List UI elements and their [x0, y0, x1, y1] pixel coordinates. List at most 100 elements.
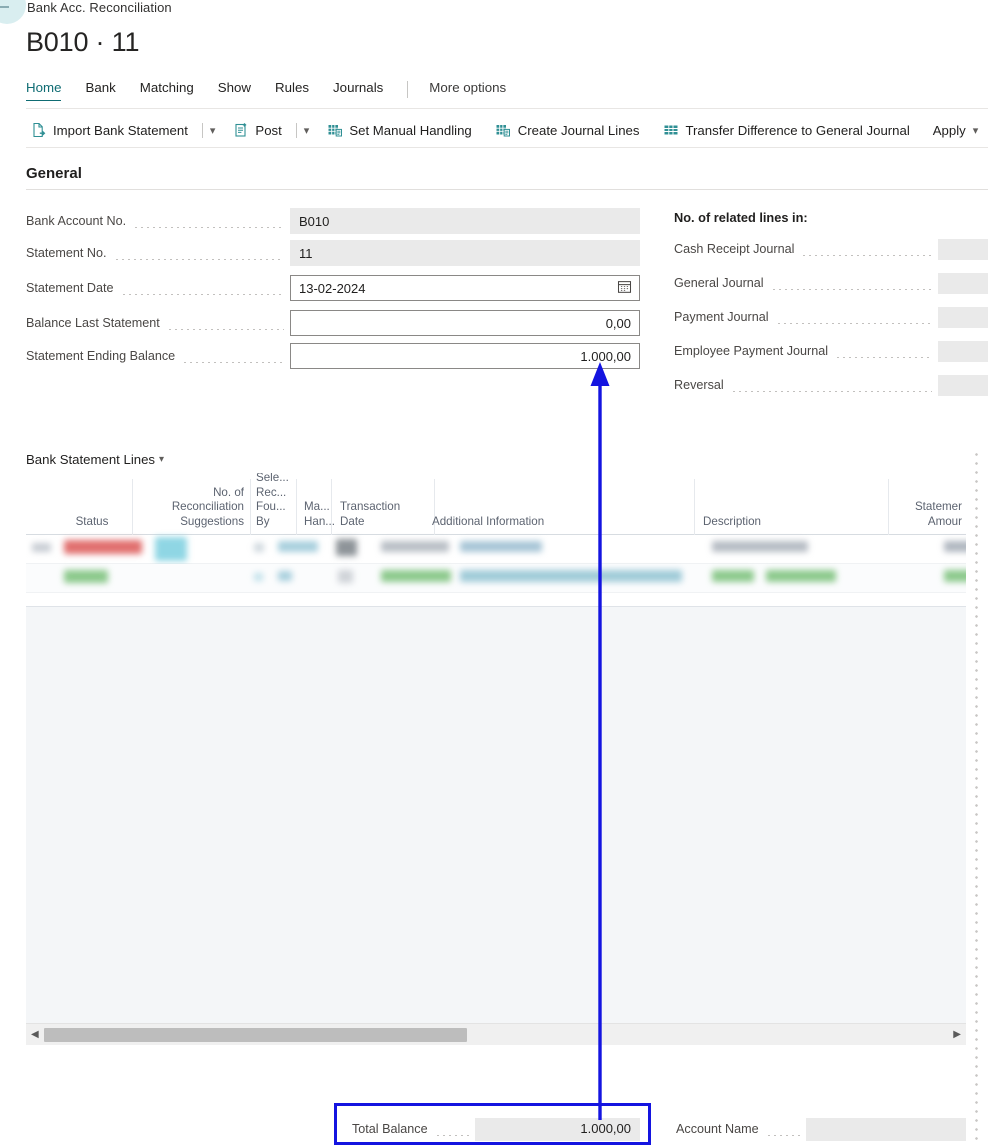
leader-dots	[801, 246, 932, 256]
grid-empty-area	[26, 606, 966, 1019]
total-balance-value[interactable]: 1.000,00	[475, 1118, 640, 1141]
column-header-status[interactable]: Status	[56, 515, 128, 530]
column-header-no-of-reconciliation-suggestions[interactable]: No. ofReconciliationSuggestions	[142, 486, 244, 530]
page-title: B010 · 11	[26, 27, 139, 58]
field-balance-last-statement: Balance Last Statement 0,00	[26, 310, 640, 336]
leader-dots	[167, 320, 284, 330]
redacted-cell-handling	[336, 539, 357, 556]
import-bank-statement-chevron-down-icon[interactable]: ▾	[210, 124, 216, 137]
related-cash-receipt-journal: Cash Receipt Journal	[674, 238, 988, 260]
bank-account-no-value[interactable]: B010	[290, 208, 640, 234]
bank-statement-lines-title[interactable]: Bank Statement Lines ▾	[26, 452, 164, 467]
leader-dots	[114, 250, 284, 260]
column-header-statement-amount[interactable]: StatemerAmour	[886, 500, 962, 529]
redacted-cell-amount	[944, 541, 966, 552]
field-statement-date-label: Statement Date	[26, 281, 114, 295]
tab-bank[interactable]: Bank	[85, 80, 115, 100]
column-header-transaction-date[interactable]: TransactionDate	[340, 500, 430, 529]
redacted-cell-found-by	[254, 573, 263, 581]
more-options-button[interactable]: More options	[429, 80, 506, 100]
import-bank-statement-label: Import Bank Statement	[53, 123, 188, 138]
scroll-right-arrow-icon[interactable]: ▶	[953, 1029, 961, 1040]
chevron-down-icon[interactable]: ▾	[159, 454, 164, 465]
tab-journals[interactable]: Journals	[333, 80, 383, 100]
general-section-title: General	[26, 165, 82, 182]
column-header-description[interactable]: Description	[672, 515, 792, 530]
related-payment-journal: Payment Journal	[674, 306, 988, 328]
related-cash-receipt-journal-value[interactable]	[938, 239, 988, 260]
transfer-difference-button[interactable]: Transfer Difference to General Journal	[662, 115, 916, 145]
related-lines-title: No. of related lines in:	[674, 210, 808, 225]
tab-bar: Home Bank Matching Show Rules Journals M…	[26, 80, 988, 108]
grid-transfer-icon	[662, 122, 679, 139]
table-row[interactable]	[26, 564, 966, 593]
statement-date-input[interactable]: 13-02-2024	[290, 275, 640, 301]
balance-last-statement-input[interactable]: 0,00	[290, 310, 640, 336]
column-header-manual-handling[interactable]: Ma...Han...	[304, 500, 328, 529]
create-journal-lines-label: Create Journal Lines	[518, 123, 640, 138]
right-dotted-divider	[975, 450, 978, 1140]
create-journal-lines-button[interactable]: Create Journal Lines	[495, 115, 647, 145]
import-document-icon	[30, 122, 47, 139]
scrollbar-thumb[interactable]	[44, 1028, 467, 1042]
related-reversal: Reversal	[674, 374, 988, 396]
bank-statement-lines-grid[interactable]: Status No. ofReconciliationSuggestions S…	[26, 473, 966, 1045]
tab-separator	[407, 81, 408, 98]
apply-label: Apply	[933, 123, 966, 138]
leader-dots	[766, 1126, 800, 1136]
related-reversal-value[interactable]	[938, 375, 988, 396]
column-header-selected-reconciliation-found-by[interactable]: Sele...Rec...Fou...By	[256, 473, 292, 529]
statement-ending-balance-input[interactable]: 1.000,00	[290, 343, 640, 369]
tab-matching[interactable]: Matching	[140, 80, 194, 100]
breadcrumb[interactable]: Bank Acc. Reconciliation	[27, 0, 172, 15]
horizontal-scrollbar[interactable]: ◀ ▶	[26, 1023, 966, 1045]
leader-dots	[121, 285, 284, 295]
tab-rules[interactable]: Rules	[275, 80, 309, 100]
leader-dots	[182, 353, 284, 363]
redacted-cell-additional-info	[460, 541, 542, 552]
set-manual-handling-button[interactable]: Set Manual Handling	[326, 115, 478, 145]
redacted-cell-manual	[278, 541, 318, 552]
column-header-additional-information[interactable]: Additional Information	[432, 515, 592, 530]
grid-body	[26, 535, 966, 615]
related-employee-payment-journal-label: Employee Payment Journal	[674, 344, 828, 358]
account-name-value[interactable]	[806, 1118, 966, 1141]
general-section-rule	[26, 189, 988, 190]
tab-show[interactable]: Show	[218, 80, 251, 100]
apply-button[interactable]: Apply ▾	[933, 115, 986, 145]
apply-chevron-down-icon[interactable]: ▾	[973, 124, 979, 137]
related-employee-payment-journal-value[interactable]	[938, 341, 988, 362]
redacted-cell-amount	[944, 570, 966, 582]
related-general-journal: General Journal	[674, 272, 988, 294]
field-statement-no: Statement No. 11	[26, 240, 640, 266]
related-general-journal-value[interactable]	[938, 273, 988, 294]
import-split-separator	[202, 123, 203, 138]
statement-no-value[interactable]: 11	[290, 240, 640, 266]
table-row[interactable]	[26, 535, 966, 564]
redacted-cell-status	[64, 570, 108, 583]
total-balance-label: Total Balance	[352, 1122, 428, 1136]
redacted-cell-description	[712, 570, 754, 582]
calendar-icon[interactable]	[617, 279, 632, 294]
post-chevron-down-icon[interactable]: ▾	[304, 124, 310, 137]
bank-acc-reconciliation-page: Bank Acc. Reconciliation B010 · 11 Home …	[0, 0, 988, 1145]
redacted-cell-selector	[32, 543, 51, 552]
field-statement-ending-balance-label: Statement Ending Balance	[26, 349, 175, 363]
bank-statement-lines-label: Bank Statement Lines	[26, 452, 155, 467]
redacted-cell-additional-info	[460, 570, 682, 582]
related-cash-receipt-journal-label: Cash Receipt Journal	[674, 242, 794, 256]
related-reversal-label: Reversal	[674, 378, 724, 392]
import-bank-statement-button[interactable]: Import Bank Statement	[30, 115, 195, 145]
field-balance-last-statement-label: Balance Last Statement	[26, 316, 160, 330]
redacted-cell-date	[381, 541, 449, 552]
scroll-left-arrow-icon[interactable]: ◀	[31, 1029, 39, 1040]
tab-home[interactable]: Home	[26, 80, 61, 101]
post-icon	[232, 122, 249, 139]
related-general-journal-label: General Journal	[674, 276, 764, 290]
related-payment-journal-value[interactable]	[938, 307, 988, 328]
leader-dots	[776, 314, 932, 324]
grid-header-row: Status No. ofReconciliationSuggestions S…	[26, 473, 966, 535]
account-name-label: Account Name	[676, 1122, 759, 1136]
post-button[interactable]: Post	[232, 115, 288, 145]
field-statement-date: Statement Date 13-02-2024	[26, 275, 640, 301]
